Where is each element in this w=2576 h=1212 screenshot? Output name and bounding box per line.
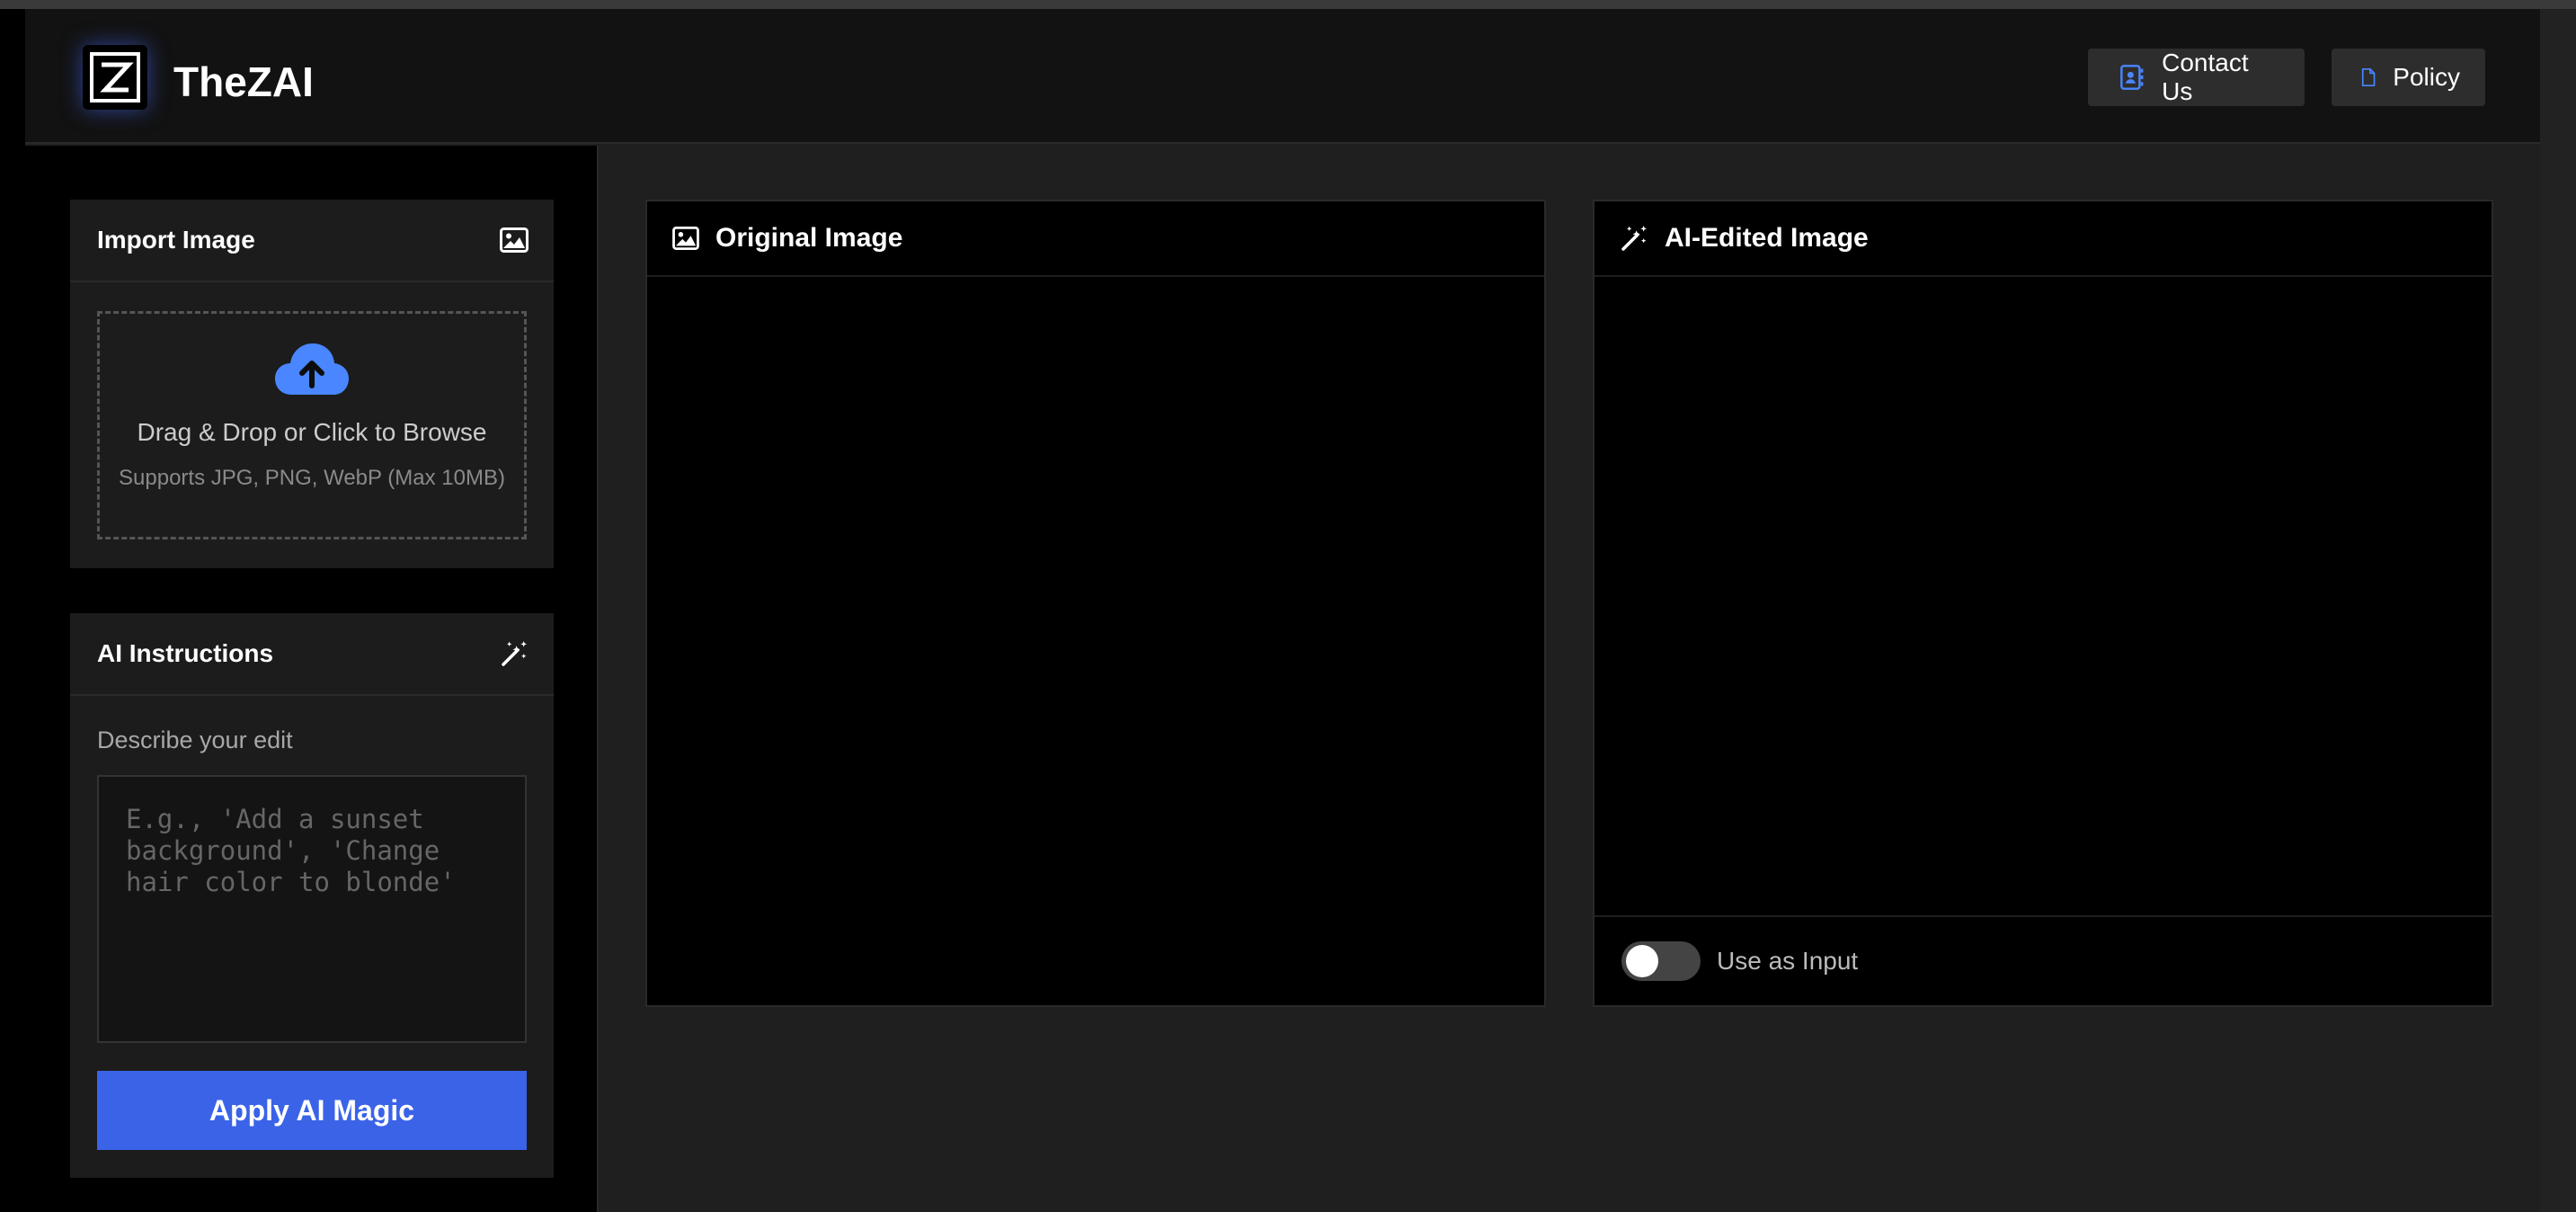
- main-content: Original Image AI-Edited Image Use as In…: [600, 146, 2540, 1212]
- image-dropzone[interactable]: Drag & Drop or Click to Browse Supports …: [97, 311, 527, 539]
- ai-edited-image-title: AI-Edited Image: [1665, 223, 1869, 253]
- app-header: TheZAI Contact Us Policy: [25, 9, 2540, 144]
- ai-edited-image-panel: AI-Edited Image Use as Input: [1593, 200, 2493, 1007]
- policy-button[interactable]: Policy: [2332, 49, 2485, 106]
- ai-panel-title: AI Instructions: [97, 639, 274, 667]
- original-image-header: Original Image: [647, 201, 1544, 277]
- ai-edited-image-footer: Use as Input: [1594, 915, 2492, 1005]
- magic-wand-icon: [502, 641, 527, 666]
- apply-ai-magic-button[interactable]: Apply AI Magic: [97, 1071, 527, 1150]
- import-image-panel: Import Image Drag & Drop or Click to Bro…: [70, 200, 554, 568]
- image-icon: [500, 227, 529, 253]
- app-window: TheZAI Contact Us Policy Import Image Dr…: [25, 9, 2540, 1212]
- magic-wand-icon: [1621, 226, 1647, 251]
- cloud-upload-icon: [275, 343, 349, 395]
- logo-z-icon: [90, 52, 140, 102]
- use-as-input-label: Use as Input: [1717, 947, 1859, 975]
- image-icon: [672, 227, 699, 250]
- ai-edited-image-header: AI-Edited Image: [1594, 201, 2492, 277]
- app-logo[interactable]: [83, 45, 147, 110]
- contact-us-label: Contact Us: [2162, 49, 2249, 105]
- contact-us-button[interactable]: Contact Us: [2088, 49, 2305, 106]
- ai-panel-header: AI Instructions: [70, 613, 554, 696]
- browser-top-strip: [0, 0, 2576, 9]
- policy-label: Policy: [2393, 63, 2460, 91]
- import-panel-title: Import Image: [97, 226, 255, 254]
- document-icon: [2361, 68, 2376, 86]
- use-as-input-toggle[interactable]: [1621, 941, 1701, 981]
- ai-instructions-panel: AI Instructions Describe your edit Apply…: [70, 613, 554, 1178]
- describe-edit-label: Describe your edit: [97, 726, 293, 753]
- sidebar: Import Image Drag & Drop or Click to Bro…: [25, 146, 599, 1212]
- toggle-knob: [1626, 945, 1658, 977]
- dropzone-text: Drag & Drop or Click to Browse: [137, 418, 487, 446]
- app-title: TheZAI: [173, 58, 314, 105]
- dropzone-supports-text: Supports JPG, PNG, WebP (Max 10MB): [119, 466, 505, 490]
- window-gutter: [2540, 9, 2576, 1212]
- original-image-panel: Original Image: [645, 200, 1546, 1007]
- original-image-title: Original Image: [715, 223, 903, 253]
- edit-prompt-input[interactable]: [97, 775, 527, 1043]
- contact-card-icon: [2120, 65, 2144, 90]
- import-panel-header: Import Image: [70, 200, 554, 282]
